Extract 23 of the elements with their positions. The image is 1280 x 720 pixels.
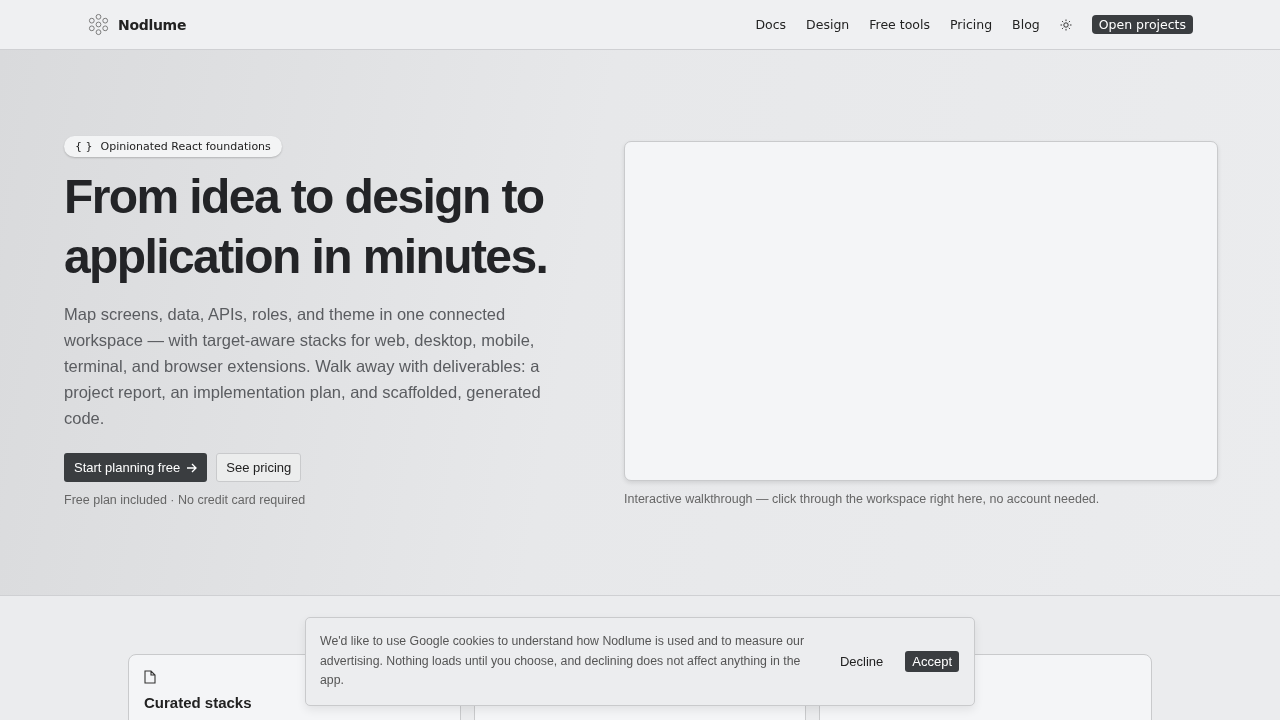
cookie-message: We'd like to use Google cookies to understand how Nodlume is used and to measure our advertising. Nothing loads until you choose, and declining does not affect anything in the app. xyxy=(320,633,806,690)
nav-link[interactable]: Free tools xyxy=(869,17,930,32)
logo-icon xyxy=(87,13,110,36)
nav-link[interactable]: Pricing xyxy=(949,17,993,32)
accept-button[interactable]: Accept xyxy=(905,651,959,672)
nav-link[interactable]: Design xyxy=(806,17,850,32)
braces-icon: { } xyxy=(75,140,93,153)
nav-link[interactable]: Docs xyxy=(755,17,787,32)
see-pricing-button[interactable]: See pricing xyxy=(216,453,302,482)
hero-description: Map screens, data, APIs, roles, and theme in one connected workspace — with target-aware stacks for web, desktop, mobile, terminal, and browser extensions. Walk away with deliverables: a project report, an implementation plan, and scaffolded, generated code. xyxy=(64,304,542,429)
nav-link[interactable]: Blog xyxy=(1012,17,1040,32)
badge-label: Opinionated React foundations xyxy=(100,140,271,153)
open-projects-button[interactable]: Open projects xyxy=(1091,15,1193,34)
hero-title: From idea to design to application in minutes. xyxy=(64,169,549,285)
brand-name[interactable]: Nodlume xyxy=(118,16,187,33)
demo-caption: Interactive walkthrough — click through the workspace right here, no account needed. xyxy=(624,492,1101,506)
sun-icon[interactable] xyxy=(1059,18,1072,31)
arrow-icon xyxy=(186,462,198,473)
card-title: Curated stacks xyxy=(144,694,253,711)
start-planning-button[interactable]: Start planning free xyxy=(64,453,208,482)
document-icon xyxy=(144,670,156,684)
plan-note: Free plan included · No credit card required xyxy=(64,493,307,507)
decline-button[interactable]: Decline xyxy=(835,652,888,671)
